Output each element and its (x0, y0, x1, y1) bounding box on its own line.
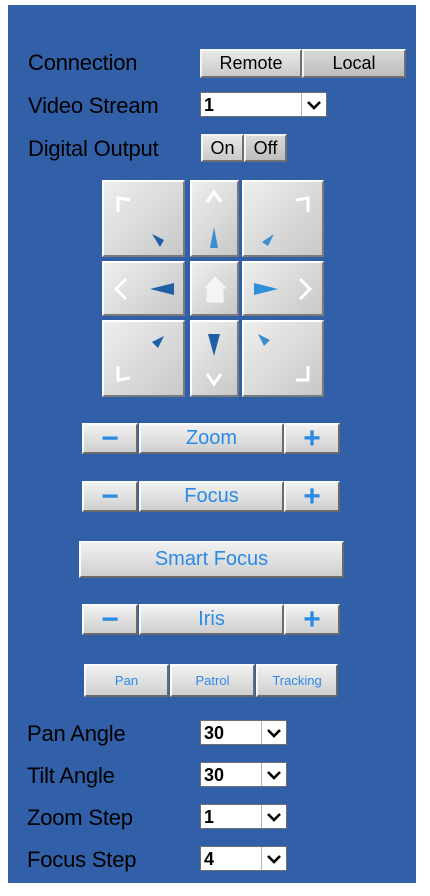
pan-up-left-button[interactable] (102, 180, 185, 257)
arrow-down-icon (205, 334, 223, 387)
pan-mode-label: Pan (114, 673, 139, 688)
tilt-up-button[interactable] (190, 180, 239, 257)
ptz-control-panel: Connection Remote Local Video Stream 1 D… (8, 5, 416, 883)
plus-icon: + (303, 479, 321, 513)
zoom-button[interactable]: Zoom (139, 423, 284, 454)
pan-right-button[interactable] (242, 261, 324, 316)
focus-step-label: Focus Step (27, 847, 137, 872)
pan-angle-select[interactable]: 30 (200, 720, 287, 745)
focus-step-select[interactable]: 4 (200, 846, 287, 871)
pan-angle-value: 30 (204, 723, 225, 743)
focus-step-value: 4 (204, 849, 215, 869)
tilt-down-button[interactable] (190, 320, 239, 397)
zoom-step-label: Zoom Step (27, 805, 133, 830)
tracking-mode-label: Tracking (272, 673, 322, 688)
iris-open-button[interactable]: + (284, 604, 340, 635)
tilt-angle-value: 30 (204, 765, 225, 785)
plus-icon: + (303, 602, 321, 636)
iris-button[interactable]: Iris (139, 604, 284, 635)
arrow-up-left-icon (116, 196, 164, 247)
focus-label: Focus (184, 485, 239, 507)
connection-label: Connection (28, 50, 138, 75)
patrol-mode-label: Patrol (195, 673, 230, 688)
pan-mode-button[interactable]: Pan (84, 664, 169, 697)
zoom-label: Zoom (185, 427, 238, 449)
pan-left-button[interactable] (102, 261, 185, 316)
arrow-left-icon (113, 277, 174, 301)
digital-output-label: Digital Output (28, 136, 159, 161)
smart-focus-label: Smart Focus (154, 548, 269, 570)
video-stream-select[interactable]: 1 (200, 92, 327, 117)
chevron-down-icon[interactable] (261, 721, 286, 744)
pan-up-right-button[interactable] (242, 180, 324, 257)
local-button[interactable]: Local (302, 49, 406, 78)
iris-label: Iris (198, 608, 225, 630)
focus-button[interactable]: Focus (139, 481, 284, 512)
minus-icon: − (101, 602, 119, 636)
home-button[interactable] (190, 261, 239, 316)
output-off-button[interactable]: Off (244, 134, 287, 162)
chevron-down-icon[interactable] (261, 847, 286, 870)
iris-close-button[interactable]: − (82, 604, 138, 635)
zoom-out-button[interactable]: − (82, 423, 138, 454)
plus-icon: + (303, 421, 321, 455)
chevron-down-icon[interactable] (301, 93, 326, 116)
remote-button[interactable]: Remote (200, 49, 302, 78)
arrow-down-right-icon (258, 334, 310, 382)
arrow-up-right-icon (262, 196, 310, 246)
arrow-down-left-icon (116, 336, 164, 382)
home-icon (200, 274, 230, 304)
focus-near-button[interactable]: − (82, 481, 138, 512)
arrow-right-icon (254, 277, 313, 301)
chevron-down-icon[interactable] (261, 763, 286, 786)
output-on-button[interactable]: On (201, 134, 244, 162)
minus-icon: − (101, 421, 119, 455)
tilt-angle-select[interactable]: 30 (200, 762, 287, 787)
video-stream-label: Video Stream (28, 93, 159, 118)
zoom-step-select[interactable]: 1 (200, 804, 287, 829)
pan-down-left-button[interactable] (102, 320, 185, 397)
zoom-step-value: 1 (204, 807, 215, 827)
pan-down-right-button[interactable] (242, 320, 324, 397)
pan-angle-label: Pan Angle (27, 721, 126, 746)
zoom-in-button[interactable]: + (284, 423, 340, 454)
video-stream-value: 1 (204, 95, 215, 115)
focus-far-button[interactable]: + (284, 481, 340, 512)
patrol-mode-button[interactable]: Patrol (170, 664, 255, 697)
chevron-down-icon[interactable] (261, 805, 286, 828)
arrow-up-icon (205, 189, 223, 248)
minus-icon: − (101, 479, 119, 513)
tracking-mode-button[interactable]: Tracking (256, 664, 338, 697)
smart-focus-button[interactable]: Smart Focus (79, 541, 344, 578)
tilt-angle-label: Tilt Angle (27, 763, 115, 788)
